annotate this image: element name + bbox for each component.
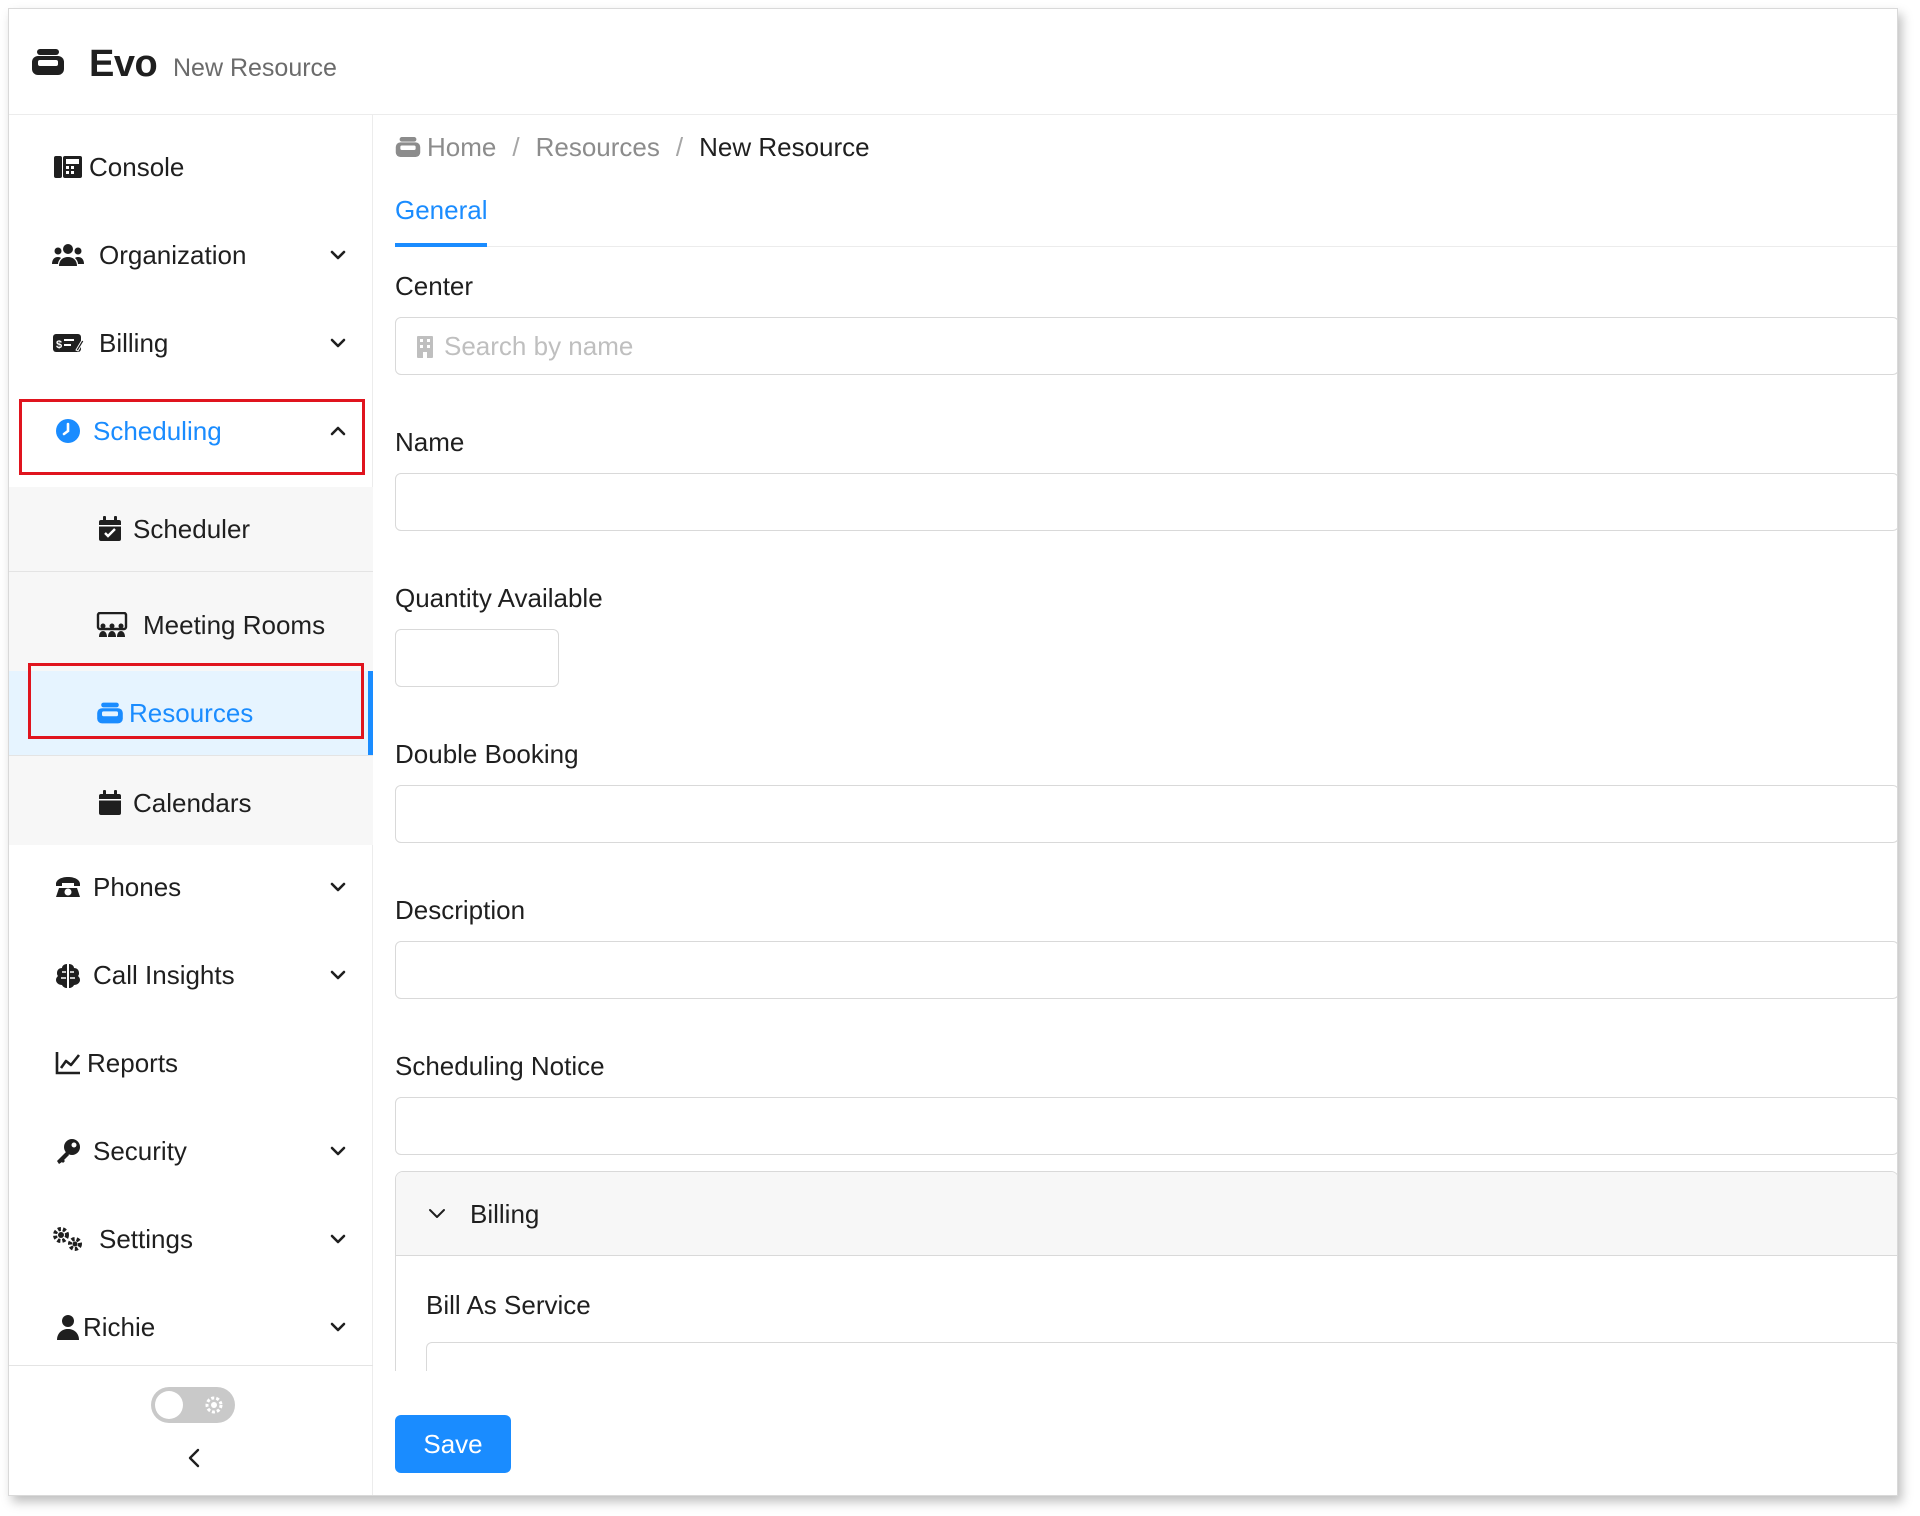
sidebar-item-label: Billing bbox=[99, 327, 169, 358]
chevron-down-icon bbox=[330, 1234, 346, 1244]
app-window: Evo New Resource Console Organization $ … bbox=[8, 8, 1898, 1496]
billing-panel-header[interactable]: Billing bbox=[396, 1172, 1897, 1256]
sidebar-item-label: Scheduler bbox=[133, 513, 251, 544]
chevron-down-icon bbox=[330, 1146, 346, 1156]
center-search-input[interactable] bbox=[444, 318, 1884, 374]
app-header: Evo New Resource bbox=[9, 9, 1897, 115]
chevron-down-icon bbox=[330, 970, 346, 980]
sidebar: Console Organization $ Billing Schedulin… bbox=[9, 115, 373, 1495]
divider bbox=[9, 755, 373, 756]
billing-icon: $ bbox=[51, 329, 85, 357]
sidebar-item-scheduler[interactable]: Scheduler bbox=[9, 487, 373, 571]
name-input[interactable] bbox=[395, 473, 1897, 531]
scheduling-notice-input[interactable] bbox=[395, 1097, 1897, 1155]
gear-icon bbox=[205, 1396, 223, 1414]
phone-icon bbox=[51, 873, 85, 901]
resource-logo-icon bbox=[32, 49, 64, 75]
center-search[interactable] bbox=[395, 317, 1897, 375]
scheduling-submenu: Scheduler Meeting Rooms Resources Calend… bbox=[9, 487, 373, 845]
double-booking-input[interactable] bbox=[395, 785, 1897, 843]
billing-collapse-panel: Billing Bill As Service bbox=[395, 1171, 1897, 1371]
chart-line-icon bbox=[51, 1049, 85, 1077]
name-label: Name bbox=[395, 427, 465, 457]
chevron-up-icon bbox=[330, 426, 346, 436]
user-icon bbox=[51, 1313, 85, 1341]
chevron-down-icon bbox=[429, 1209, 445, 1218]
sidebar-item-label: Phones bbox=[93, 871, 182, 902]
sidebar-item-label: Scheduling bbox=[93, 415, 222, 446]
quantity-input[interactable] bbox=[395, 629, 559, 687]
gears-icon bbox=[51, 1225, 85, 1253]
sidebar-item-label: Calendars bbox=[133, 787, 252, 818]
users-icon bbox=[51, 241, 85, 269]
sidebar-item-meeting-rooms[interactable]: Meeting Rooms bbox=[9, 583, 373, 667]
divider bbox=[9, 571, 373, 572]
sidebar-item-reports[interactable]: Reports bbox=[9, 1021, 373, 1105]
sidebar-item-label: Richie bbox=[83, 1311, 156, 1342]
collapse-sidebar-icon[interactable] bbox=[181, 1441, 207, 1475]
tab-bar: General bbox=[395, 185, 1897, 247]
sidebar-item-label: Settings bbox=[99, 1223, 193, 1254]
sidebar-item-label: Security bbox=[93, 1135, 187, 1166]
breadcrumb-home[interactable]: Home bbox=[427, 132, 496, 163]
toggle-knob bbox=[155, 1391, 183, 1419]
sidebar-item-label: Resources bbox=[129, 697, 254, 728]
sidebar-item-organization[interactable]: Organization bbox=[9, 213, 373, 297]
description-label: Description bbox=[395, 895, 526, 925]
page-subtitle: New Resource bbox=[173, 54, 337, 82]
breadcrumb: Home / Resources / New Resource bbox=[395, 129, 870, 165]
sidebar-item-security[interactable]: Security bbox=[9, 1109, 373, 1193]
calendar-check-icon bbox=[95, 515, 125, 543]
sidebar-item-resources[interactable]: Resources bbox=[9, 671, 373, 755]
sidebar-item-label: Call Insights bbox=[93, 959, 235, 990]
chevron-down-icon bbox=[330, 338, 346, 348]
breadcrumb-current: New Resource bbox=[699, 131, 870, 162]
breadcrumb-separator: / bbox=[675, 131, 684, 162]
sidebar-item-label: Organization bbox=[99, 239, 247, 270]
resource-icon bbox=[395, 137, 421, 157]
brain-icon bbox=[51, 961, 85, 989]
meeting-room-icon bbox=[95, 611, 129, 639]
sidebar-item-user-richie[interactable]: Richie bbox=[9, 1285, 373, 1369]
quantity-label: Quantity Available bbox=[395, 583, 603, 613]
sidebar-item-label: Console bbox=[89, 151, 185, 182]
save-button[interactable]: Save bbox=[395, 1415, 511, 1473]
bill-as-service-field[interactable] bbox=[426, 1342, 1897, 1371]
double-booking-label: Double Booking bbox=[395, 739, 579, 769]
theme-toggle[interactable] bbox=[151, 1387, 235, 1423]
tab-ink-bar bbox=[395, 243, 487, 247]
breadcrumb-separator: / bbox=[512, 131, 520, 162]
main-content: Home / Resources / New Resource General … bbox=[373, 115, 1897, 1495]
description-input[interactable] bbox=[395, 941, 1897, 999]
chevron-down-icon bbox=[330, 1322, 346, 1332]
svg-text:$: $ bbox=[56, 339, 62, 351]
clock-icon bbox=[51, 417, 85, 445]
scheduling-notice-label: Scheduling Notice bbox=[395, 1051, 605, 1081]
sidebar-item-calendars[interactable]: Calendars bbox=[9, 761, 373, 845]
app-name: Evo bbox=[89, 43, 158, 85]
key-icon bbox=[51, 1137, 85, 1165]
sidebar-item-phones[interactable]: Phones bbox=[9, 845, 373, 929]
breadcrumb-resources[interactable]: Resources bbox=[536, 132, 660, 163]
calendar-icon bbox=[95, 789, 125, 817]
sidebar-item-settings[interactable]: Settings bbox=[9, 1197, 373, 1281]
sidebar-item-billing[interactable]: $ Billing bbox=[9, 301, 373, 385]
console-icon bbox=[51, 153, 85, 181]
sidebar-item-console[interactable]: Console bbox=[9, 125, 373, 209]
tab-general[interactable]: General bbox=[395, 185, 488, 247]
sidebar-item-label: Meeting Rooms bbox=[143, 609, 326, 640]
chevron-down-icon bbox=[330, 250, 346, 260]
divider bbox=[9, 1365, 373, 1366]
building-icon bbox=[417, 336, 433, 358]
sidebar-item-scheduling[interactable]: Scheduling bbox=[9, 389, 373, 473]
chevron-down-icon bbox=[330, 882, 346, 892]
sidebar-item-label: Reports bbox=[87, 1047, 179, 1078]
sidebar-item-call-insights[interactable]: Call Insights bbox=[9, 933, 373, 1017]
center-label: Center bbox=[395, 271, 474, 301]
billing-panel-title: Billing bbox=[470, 1199, 540, 1229]
resource-icon bbox=[95, 699, 125, 727]
bill-as-service-label: Bill As Service bbox=[426, 1290, 591, 1320]
